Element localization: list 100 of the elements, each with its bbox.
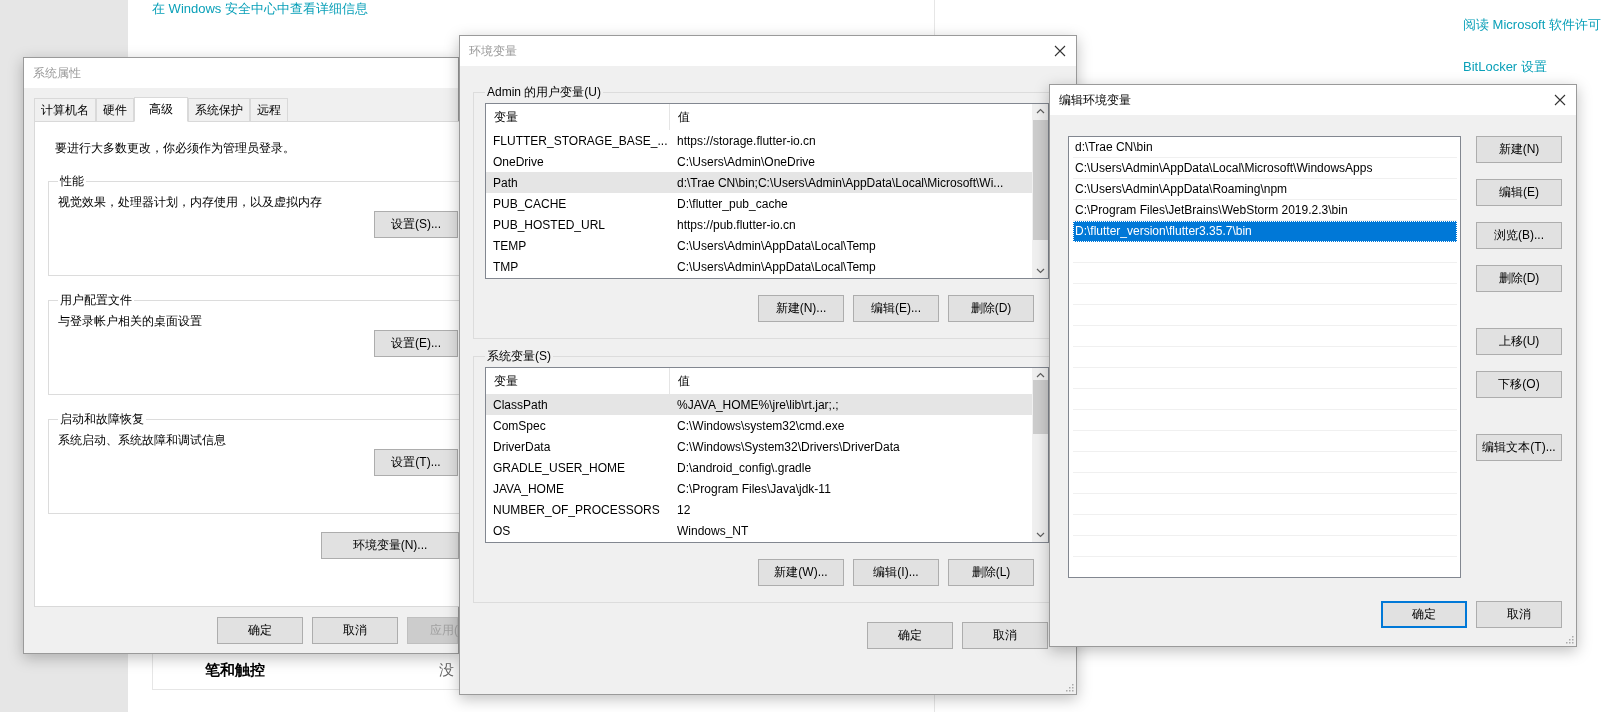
side-button[interactable]: 新建(N) [1476, 136, 1562, 163]
column-header[interactable]: 值 [670, 368, 1032, 394]
variable-name: NUMBER_OF_PROCESSORS [492, 502, 661, 517]
variable-row[interactable]: TEMP C:\Users\Admin\AppData\Local\Temp [486, 235, 1032, 256]
variable-name: JAVA_HOME [492, 481, 565, 496]
variable-row[interactable]: OS Windows_NT [486, 520, 1032, 541]
variable-name: PUB_HOSTED_URL [492, 217, 607, 232]
variable-row[interactable]: TMP C:\Users\Admin\AppData\Local\Temp [486, 256, 1032, 277]
column-header[interactable]: 值 [670, 104, 1032, 130]
variable-value: C:\Windows\System32\Drivers\DriverData [676, 439, 901, 454]
path-item[interactable]: D:\flutter_version\flutter3.35.7\bin [1073, 221, 1457, 242]
variable-row[interactable]: GRADLE_USER_HOME D:\android_config\.gradle [486, 457, 1032, 478]
variable-value: %JAVA_HOME%\jre\lib\rt.jar;.; [676, 397, 840, 412]
group-title: 性能 [59, 173, 85, 190]
variable-button[interactable]: 编辑(I)... [853, 559, 939, 586]
path-list[interactable]: d:\Trae CN\bin C:\Users\Admin\AppData\Local\Microsoft\WindowsApps C:\Users\Admin\AppData\Roaming\npm C:\Program Files\JetBrains\WebStorm 2019.2.3\bin D:\flutter_version\flutter3.35.7\bin [1068, 136, 1461, 578]
variable-button[interactable]: 删除(D) [948, 295, 1034, 322]
side-button[interactable]: 编辑文本(T)... [1476, 434, 1562, 461]
variable-name: FLUTTER_STORAGE_BASE_... [492, 133, 669, 148]
admin-notice: 要进行大多数更改，你必须作为管理员登录。 [54, 140, 296, 157]
side-button[interactable]: 上移(U) [1476, 328, 1562, 355]
variable-value: d:\Trae CN\bin;C:\Users\Admin\AppData\Local\Microsoft\Wi... [676, 175, 1005, 190]
group-title: Admin 的用户变量(U) [486, 84, 602, 101]
variable-row[interactable]: NUMBER_OF_PROCESSORS 12 [486, 499, 1032, 520]
group-title: 用户配置文件 [59, 292, 133, 309]
tab[interactable]: 系统保护 [188, 98, 250, 121]
variable-value: D:\flutter_pub_cache [676, 196, 789, 211]
variable-button[interactable]: 编辑(E)... [853, 295, 939, 322]
dialog-button[interactable]: 确定 [867, 622, 953, 649]
dialog-button[interactable]: 取消 [1476, 601, 1562, 628]
dialog-button[interactable]: 确定 [1381, 601, 1467, 628]
variable-name: OneDrive [492, 154, 545, 169]
variable-button[interactable]: 删除(L) [948, 559, 1034, 586]
side-button[interactable]: 下移(O) [1476, 371, 1562, 398]
resize-grip-icon[interactable] [1065, 683, 1074, 692]
tab[interactable]: 硬件 [96, 98, 134, 121]
variable-list[interactable] [485, 103, 1049, 279]
side-button[interactable]: 编辑(E) [1476, 179, 1562, 206]
variable-value: 12 [676, 502, 692, 517]
variable-name: OS [492, 523, 512, 538]
variable-name: TMP [492, 259, 520, 274]
scrollbar[interactable] [1032, 104, 1048, 278]
variable-value: C:\Users\Admin\OneDrive [676, 154, 817, 169]
side-button[interactable]: 删除(D) [1476, 265, 1562, 292]
variable-row[interactable]: PUB_HOSTED_URL https://pub.flutter-io.cn [486, 214, 1032, 235]
dialog-button[interactable]: 确定 [217, 617, 303, 644]
settings-button[interactable]: 设置(T)... [374, 449, 458, 476]
environment-variables-button[interactable]: 环境变量(N)... [321, 532, 459, 559]
variable-row[interactable]: ComSpec C:\Windows\system32\cmd.exe [486, 415, 1032, 436]
tab[interactable]: 高级 [134, 97, 188, 122]
close-icon[interactable] [1054, 45, 1066, 57]
window-title: 系统属性 [33, 64, 81, 82]
group-description: 系统启动、系统故障和调试信息 [58, 432, 226, 449]
resize-grip-icon[interactable] [1565, 635, 1574, 644]
variable-value: D:\android_config\.gradle [676, 460, 813, 475]
tab[interactable]: 远程 [250, 98, 288, 121]
variable-value: Windows_NT [676, 523, 750, 538]
variable-row[interactable]: JAVA_HOME C:\Program Files\Java\jdk-11 [486, 478, 1032, 499]
group-title: 系统变量(S) [486, 348, 552, 365]
scrollbar[interactable] [1032, 368, 1048, 542]
dialog-button[interactable]: 取消 [312, 617, 398, 644]
variable-list[interactable] [485, 367, 1049, 543]
variable-value: C:\Users\Admin\AppData\Local\Temp [676, 238, 877, 253]
window-title: 环境变量 [469, 42, 517, 60]
scroll-down-icon[interactable] [1035, 532, 1045, 538]
variable-name: PUB_CACHE [492, 196, 568, 211]
group-title: 启动和故障恢复 [59, 411, 145, 428]
side-button[interactable]: 浏览(B)... [1476, 222, 1562, 249]
variable-row[interactable]: OneDrive C:\Users\Admin\OneDrive [486, 151, 1032, 172]
variable-name: Path [492, 175, 519, 190]
variable-value: C:\Users\Admin\AppData\Local\Temp [676, 259, 877, 274]
variable-row[interactable]: DriverData C:\Windows\System32\Drivers\DriverData [486, 436, 1032, 457]
variable-name: ClassPath [492, 397, 549, 412]
column-header[interactable]: 变量 [486, 104, 670, 130]
group-description: 视觉效果，处理器计划，内存使用，以及虚拟内存 [58, 194, 322, 211]
variable-name: ComSpec [492, 418, 547, 433]
variable-name: DriverData [492, 439, 552, 454]
variable-row[interactable]: ClassPath %JAVA_HOME%\jre\lib\rt.jar;.; [486, 394, 1032, 415]
variable-row[interactable]: FLUTTER_STORAGE_BASE_... https://storage.flutter-io.cn [486, 130, 1032, 151]
settings-button[interactable]: 设置(E)... [374, 330, 458, 357]
variable-value: C:\Program Files\Java\jdk-11 [676, 481, 832, 496]
variable-value: https://pub.flutter-io.cn [676, 217, 797, 232]
variable-row[interactable]: Path d:\Trae CN\bin;C:\Users\Admin\AppData\Local\Microsoft\Wi... [486, 172, 1032, 193]
variable-row[interactable]: PUB_CACHE D:\flutter_pub_cache [486, 193, 1032, 214]
variable-name: TEMP [492, 238, 528, 253]
variable-value: https://storage.flutter-io.cn [676, 133, 817, 148]
dialog-button[interactable]: 取消 [962, 622, 1048, 649]
setting-label: 笔和触控 [205, 661, 266, 680]
tab[interactable]: 计算机名 [34, 98, 96, 121]
variable-name: GRADLE_USER_HOME [492, 460, 627, 475]
settings-button[interactable]: 设置(S)... [374, 211, 458, 238]
variable-value: C:\Windows\system32\cmd.exe [676, 418, 846, 433]
scroll-down-icon[interactable] [1035, 268, 1045, 274]
variable-button[interactable]: 新建(N)... [758, 295, 844, 322]
variable-button[interactable]: 新建(W)... [758, 559, 844, 586]
group-description: 与登录帐户相关的桌面设置 [58, 313, 202, 330]
scroll-up-icon[interactable] [1035, 108, 1045, 114]
scroll-up-icon[interactable] [1035, 372, 1045, 378]
close-icon[interactable] [1554, 94, 1566, 106]
setting-value: 没 [439, 661, 455, 680]
